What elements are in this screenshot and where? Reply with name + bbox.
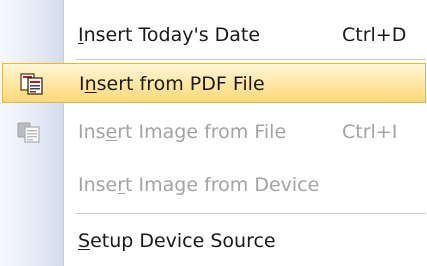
menu-item-shortcut: Ctrl+D (342, 24, 407, 46)
menu-separator (76, 59, 426, 61)
menu-item-insert-image-from-file[interactable]: Insert Image from File Ctrl+I (0, 112, 427, 152)
menu-item-label: Setup Device Source (78, 230, 276, 252)
mnemonic-char: e (105, 121, 118, 143)
menu-item-label: Insert from PDF File (79, 73, 265, 95)
menu-separator (76, 213, 426, 215)
mnemonic-char: S (78, 230, 91, 252)
menu-item-insert-todays-date[interactable]: Insert Today's Date Ctrl+D (0, 15, 427, 55)
mnemonic-char: r (117, 174, 126, 196)
menu-item-insert-from-pdf-file[interactable]: Insert from PDF File (2, 63, 426, 103)
menu-item-label: Insert Image from Device (78, 174, 320, 196)
menu-item-setup-device-source[interactable]: Setup Device Source (0, 221, 427, 261)
pdf-insert-icon (20, 73, 43, 95)
mnemonic-char: n (84, 73, 97, 95)
menu-item-insert-image-from-device[interactable]: Insert Image from Device (0, 165, 427, 205)
menu-item-shortcut: Ctrl+I (342, 121, 398, 143)
menu-item-label: Insert Today's Date (78, 24, 261, 46)
menu-item-label: Insert Image from File (78, 121, 287, 143)
context-menu: Insert Today's Date Ctrl+D Insert from P… (0, 0, 427, 266)
image-insert-icon (17, 122, 40, 143)
